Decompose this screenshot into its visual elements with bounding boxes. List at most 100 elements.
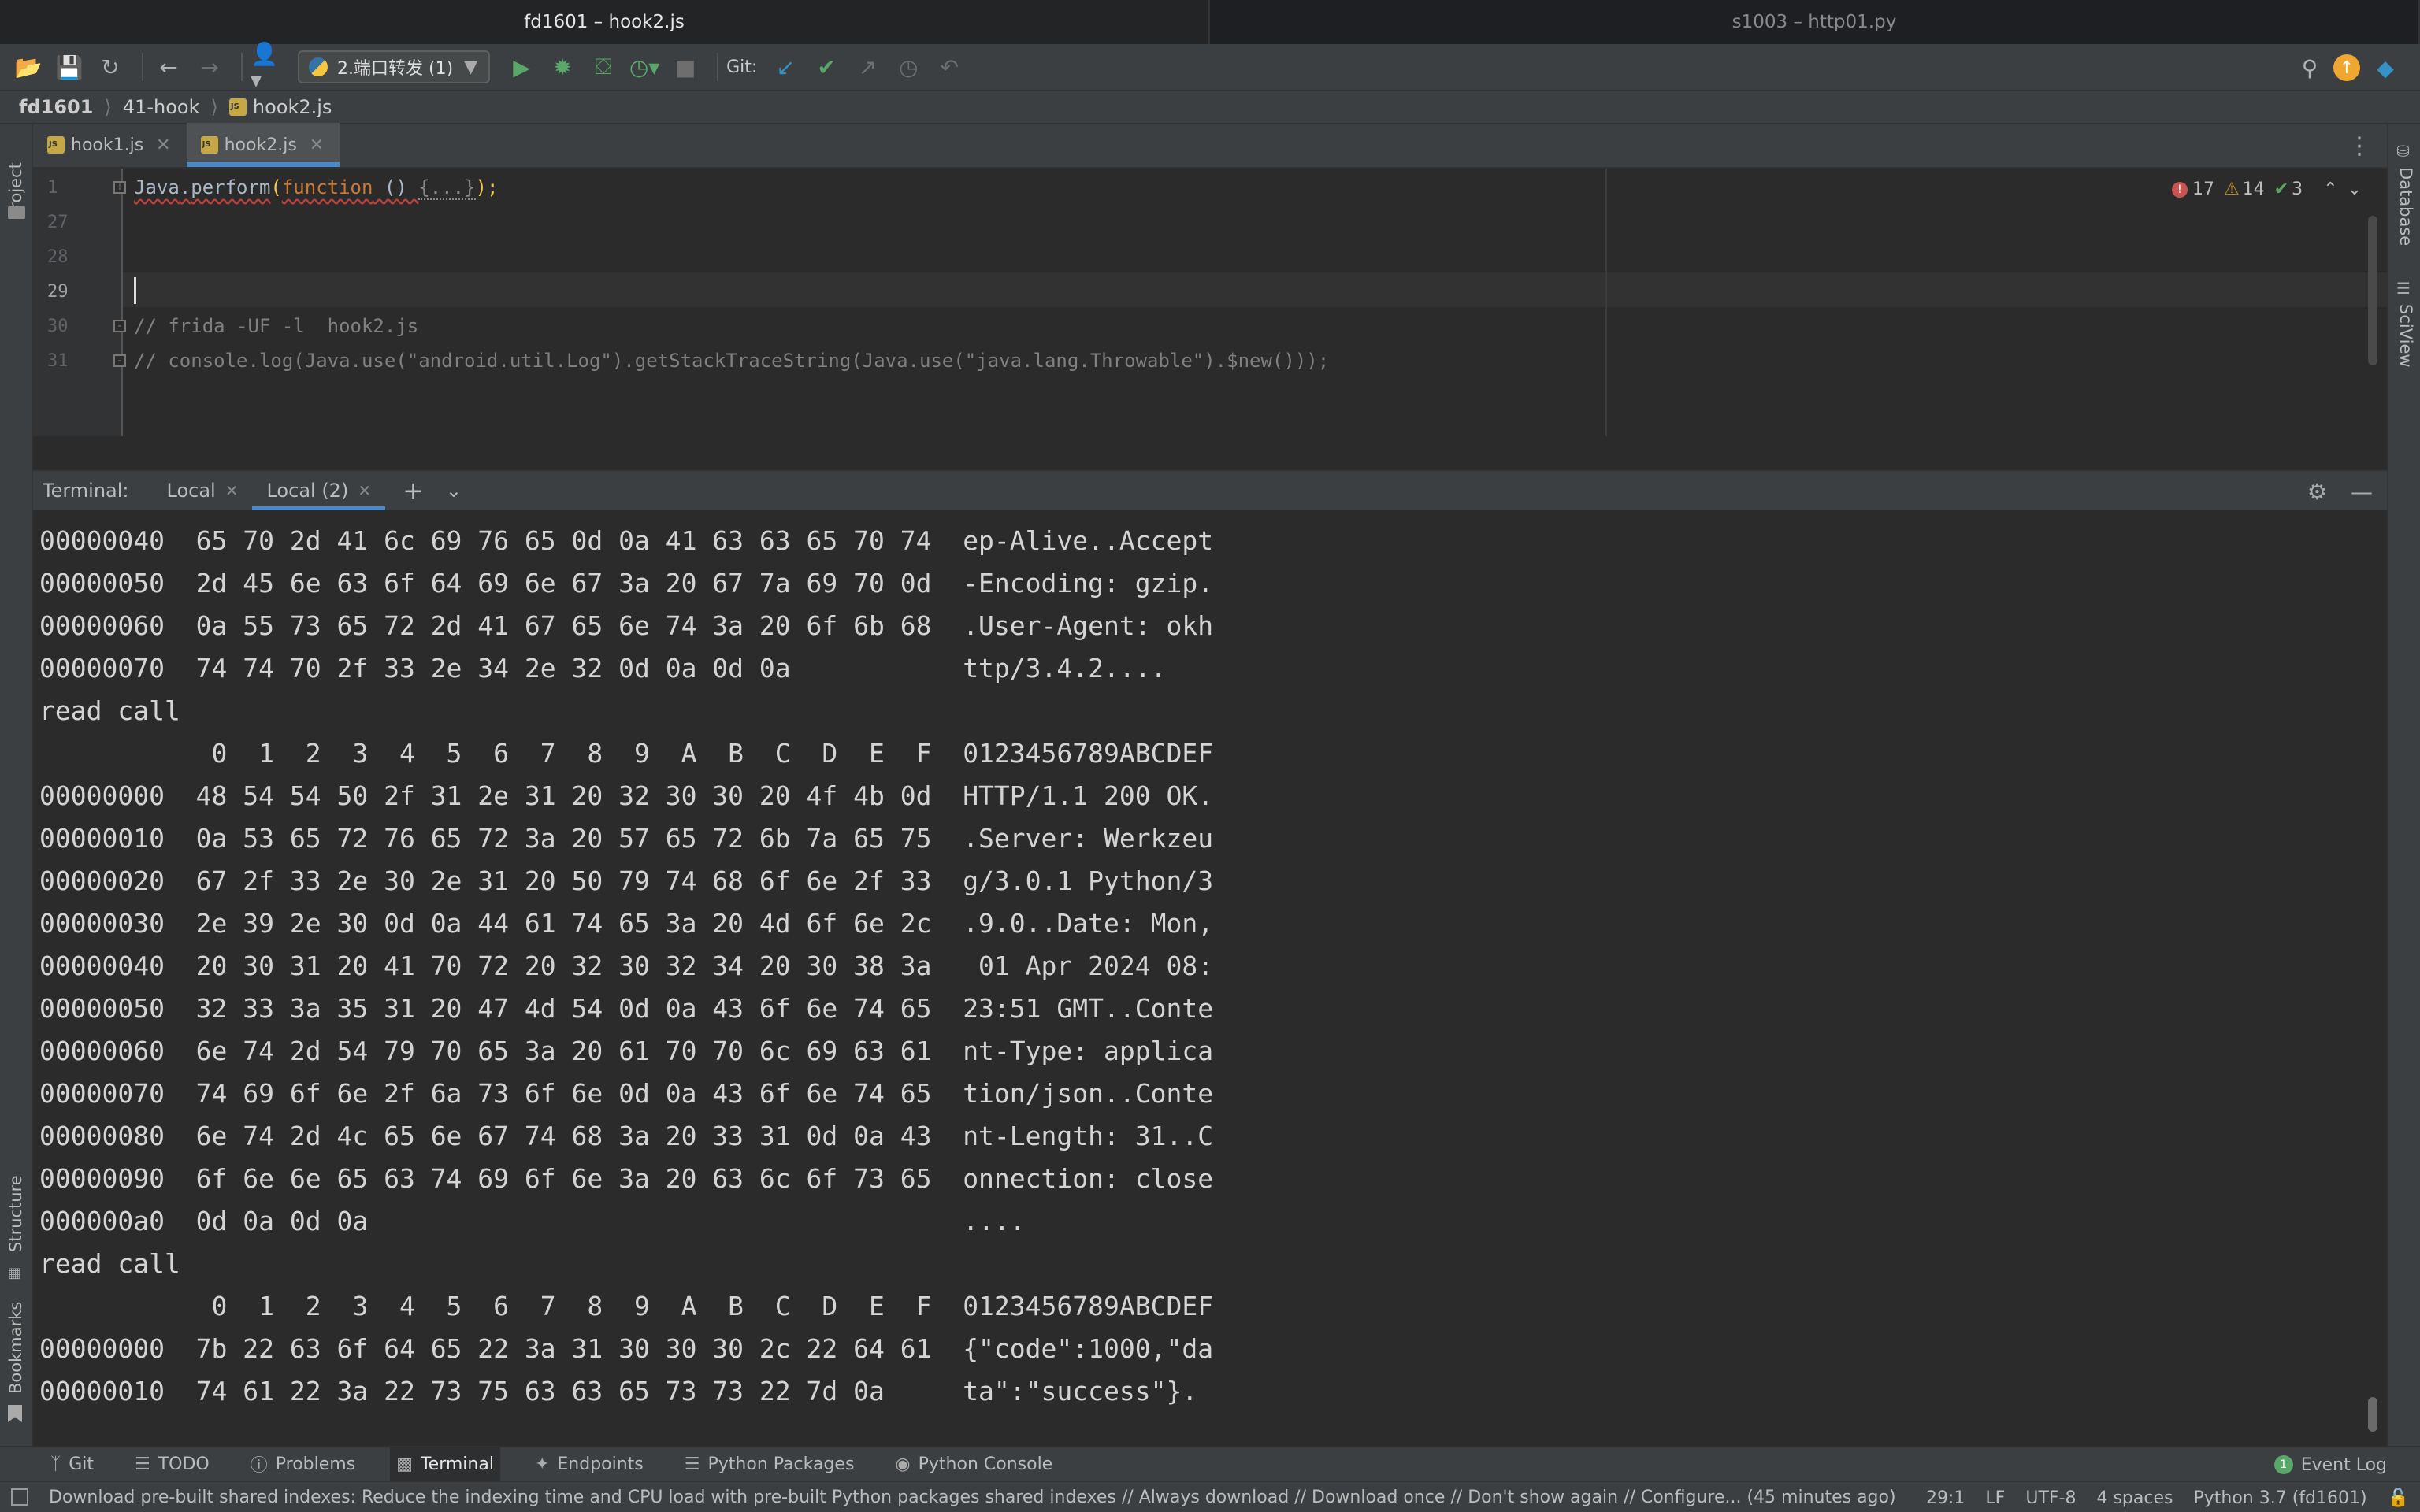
terminal-line: 00000040 20 30 31 20 41 70 72 20 32 30 3… <box>39 951 1214 981</box>
editor-tab-hook1[interactable]: hook1.js ✕ <box>33 123 187 167</box>
tool-window-git[interactable]: ᛉ Git <box>44 1447 100 1481</box>
forward-arrow-icon[interactable]: → <box>192 50 227 84</box>
terminal-output[interactable]: 00000040 65 70 2d 41 6c 69 76 65 0d 0a 4… <box>33 510 2387 1446</box>
terminal-tab-local[interactable]: Local ✕ <box>153 470 253 511</box>
warning-count: 14 <box>2242 180 2265 199</box>
left-tool-strip: Project Structure ▦ Bookmarks <box>0 124 33 1446</box>
breadcrumb-project[interactable]: fd1601 <box>19 96 93 118</box>
lock-icon[interactable]: 🔓 <box>2388 1488 2409 1508</box>
git-update-icon[interactable]: ↙ <box>768 50 803 84</box>
code-line-31: // console.log(Java.use("android.util.Lo… <box>134 350 1330 372</box>
line-number: 27 <box>47 213 69 232</box>
close-icon[interactable]: ✕ <box>358 481 371 500</box>
git-commit-icon[interactable]: ✔ <box>809 50 844 84</box>
line-number: 31 <box>47 351 69 371</box>
window-tab-fd1601[interactable]: fd1601 – hook2.js <box>0 0 1210 44</box>
structure-icon: ▦ <box>8 1265 22 1281</box>
breadcrumb-file[interactable]: hook2.js <box>253 96 332 118</box>
terminal-icon: ▩ <box>396 1454 413 1474</box>
open-folder-icon[interactable]: 📂 <box>11 50 46 84</box>
toggle-tool-windows-icon[interactable] <box>11 1488 28 1506</box>
fold-collapse-icon[interactable]: - <box>113 354 126 367</box>
window-tab-s1003[interactable]: s1003 – http01.py <box>1210 0 2420 44</box>
coverage-icon[interactable]: ⛋ <box>586 50 621 84</box>
line-separator[interactable]: LF <box>1985 1488 2005 1508</box>
editor-tab-hook2[interactable]: hook2.js ✕ <box>186 123 340 167</box>
python-interpreter[interactable]: Python 3.7 (fd1601) <box>2193 1488 2366 1508</box>
sciview-tool-button[interactable]: SciView <box>2396 304 2415 368</box>
chevron-down-icon[interactable]: ⌄ <box>2348 180 2362 199</box>
stop-icon[interactable]: ■ <box>668 50 703 84</box>
terminal-scrollbar[interactable] <box>2368 1397 2377 1432</box>
terminal-line: 00000050 2d 45 6e 63 6f 64 69 6e 67 3a 2… <box>39 568 1214 598</box>
terminal-line: 0 1 2 3 4 5 6 7 8 9 A B C D E F 01234567… <box>39 738 1214 769</box>
chevron-up-icon[interactable]: ⌃ <box>2323 180 2337 199</box>
tool-window-todo[interactable]: ☰ TODO <box>128 1447 216 1481</box>
fold-collapse-icon[interactable]: - <box>113 320 126 332</box>
status-right: 29:1 LF UTF-8 4 spaces Python 3.7 (fd160… <box>1906 1482 2409 1512</box>
save-all-icon[interactable]: 💾 <box>52 50 87 84</box>
terminal-line: 00000070 74 74 70 2f 33 2e 34 2e 32 0d 0… <box>39 653 1167 684</box>
close-icon[interactable]: ✕ <box>156 135 170 155</box>
back-arrow-icon[interactable]: ← <box>151 50 186 84</box>
cursor-position[interactable]: 29:1 <box>1926 1488 1965 1508</box>
tool-window-endpoints[interactable]: ✦ Endpoints <box>529 1447 650 1481</box>
structure-tool-button[interactable]: Structure <box>6 1175 25 1252</box>
breadcrumb-folder[interactable]: 41-hook <box>123 96 200 118</box>
tool-window-terminal[interactable]: ▩ Terminal <box>390 1447 500 1481</box>
jetbrains-toolbox-icon[interactable]: ◆ <box>2368 50 2403 85</box>
git-push-icon[interactable]: ↗ <box>850 50 885 84</box>
terminal-line: 00000060 6e 74 2d 54 79 70 65 3a 20 61 7… <box>39 1036 1214 1066</box>
user-dropdown-icon[interactable]: 👤▾ <box>251 41 285 93</box>
terminal-tab-local-2[interactable]: Local (2) ✕ <box>252 470 386 511</box>
terminal-line: 00000010 74 61 22 3a 22 73 75 63 63 65 7… <box>39 1376 1198 1406</box>
folder-icon <box>8 206 25 219</box>
editor-scrollbar[interactable] <box>2368 216 2377 365</box>
terminal-line: 00000000 48 54 54 50 2f 31 2e 31 20 32 3… <box>39 780 1214 811</box>
python-icon <box>309 57 328 76</box>
code-line-1: Java.perform(function () {...}); <box>134 176 499 200</box>
chevron-down-icon[interactable]: ⌄ <box>446 480 462 502</box>
more-vertical-icon[interactable]: ⋮ <box>2348 132 2371 160</box>
chevron-right-icon: ⟩ <box>210 96 218 118</box>
status-bar: Download pre-built shared indexes: Reduc… <box>0 1480 2420 1512</box>
window-tab-bar: fd1601 – hook2.js s1003 – http01.py <box>0 0 2420 44</box>
tool-window-python-packages[interactable]: ☰ Python Packages <box>678 1447 861 1481</box>
terminal-tab-label: Local <box>166 480 216 502</box>
tool-window-bar: ᛉ Git ☰ TODO ⓘ Problems ▩ Terminal ✦ Endpoint… <box>0 1446 2420 1482</box>
folded-code-region[interactable]: {...} <box>418 176 476 200</box>
code-editor[interactable]: 1 27 28 29 30 31 + - - Java.perform(func… <box>33 169 2387 436</box>
current-line-highlight <box>123 272 2387 307</box>
line-number: 28 <box>47 247 69 267</box>
python-icon: ◉ <box>895 1454 911 1474</box>
text-caret <box>134 277 136 304</box>
bookmarks-tool-button[interactable]: Bookmarks <box>6 1302 25 1394</box>
search-icon[interactable]: ⚲ <box>2292 50 2327 85</box>
js-file-icon <box>200 136 218 154</box>
fold-expand-icon[interactable]: + <box>113 181 126 194</box>
close-icon[interactable]: ✕ <box>225 481 239 500</box>
inspection-widget[interactable]: ! 17 ⚠ 14 ✔ 3 ⌃ ⌄ <box>2171 180 2371 199</box>
gear-icon[interactable]: ⚙ <box>2307 479 2327 505</box>
debug-bug-icon[interactable]: ✹ <box>545 50 580 84</box>
profile-icon[interactable]: ◷▾ <box>627 50 662 84</box>
tool-window-python-console[interactable]: ◉ Python Console <box>889 1447 1059 1481</box>
git-rollback-icon[interactable]: ↶ <box>932 50 967 84</box>
database-tool-button[interactable]: Database <box>2396 167 2415 246</box>
toolbar-separator <box>717 53 719 81</box>
new-terminal-plus-icon[interactable]: + <box>403 476 424 506</box>
tool-window-problems[interactable]: ⓘ Problems <box>244 1447 362 1481</box>
run-configuration-select[interactable]: 2.端口转发 (1) ▼ <box>298 50 491 83</box>
indent-setting[interactable]: 4 spaces <box>2096 1488 2173 1508</box>
run-icon[interactable]: ▶ <box>504 50 539 84</box>
update-icon[interactable]: ↑ <box>2333 54 2360 81</box>
sync-icon[interactable]: ↻ <box>93 50 128 84</box>
git-history-icon[interactable]: ◷ <box>891 50 926 84</box>
terminal-line: 00000030 2e 39 2e 30 0d 0a 44 61 74 65 3… <box>39 908 1214 939</box>
close-icon[interactable]: ✕ <box>310 135 324 155</box>
status-message[interactable]: Download pre-built shared indexes: Reduc… <box>49 1488 1896 1507</box>
terminal-lines: 00000040 65 70 2d 41 6c 69 76 65 0d 0a 4… <box>33 510 2387 1413</box>
minimize-icon[interactable]: — <box>2351 479 2373 505</box>
event-log-button[interactable]: 1 Event Log <box>2273 1447 2387 1482</box>
file-encoding[interactable]: UTF-8 <box>2025 1488 2076 1508</box>
